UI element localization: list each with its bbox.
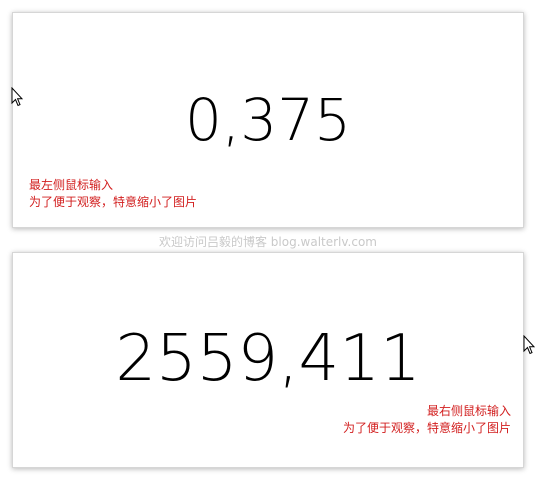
blog-watermark: 欢迎访问吕毅的博客 blog.walterlv.com [158, 235, 377, 249]
annotation-line-1: 最右侧鼠标输入 [426, 404, 511, 418]
annotation-line-2: 为了便于观察，特意缩小了图片 [29, 195, 198, 209]
mouse-pointer-icon [523, 335, 535, 355]
mouse-position-value: 0,375 [184, 86, 352, 154]
annotation-line-1: 最左侧鼠标输入 [29, 178, 114, 192]
mouse-position-value: 2559,411 [115, 322, 421, 396]
top-window-panel: 0,375 最左侧鼠标输入 为了便于观察，特意缩小了图片 [12, 12, 524, 228]
annotation-note: 最左侧鼠标输入 为了便于观察，特意缩小了图片 [29, 177, 197, 211]
bottom-window-panel: 2559,411 最右侧鼠标输入 为了便于观察，特意缩小了图片 [12, 252, 524, 468]
mouse-pointer-icon [11, 87, 23, 107]
screenshot-stage: 0,375 最左侧鼠标输入 为了便于观察，特意缩小了图片 欢迎访问吕毅的博客 b… [0, 0, 536, 480]
annotation-line-2: 为了便于观察，特意缩小了图片 [342, 421, 511, 435]
annotation-note: 最右侧鼠标输入 为了便于观察，特意缩小了图片 [343, 403, 511, 437]
